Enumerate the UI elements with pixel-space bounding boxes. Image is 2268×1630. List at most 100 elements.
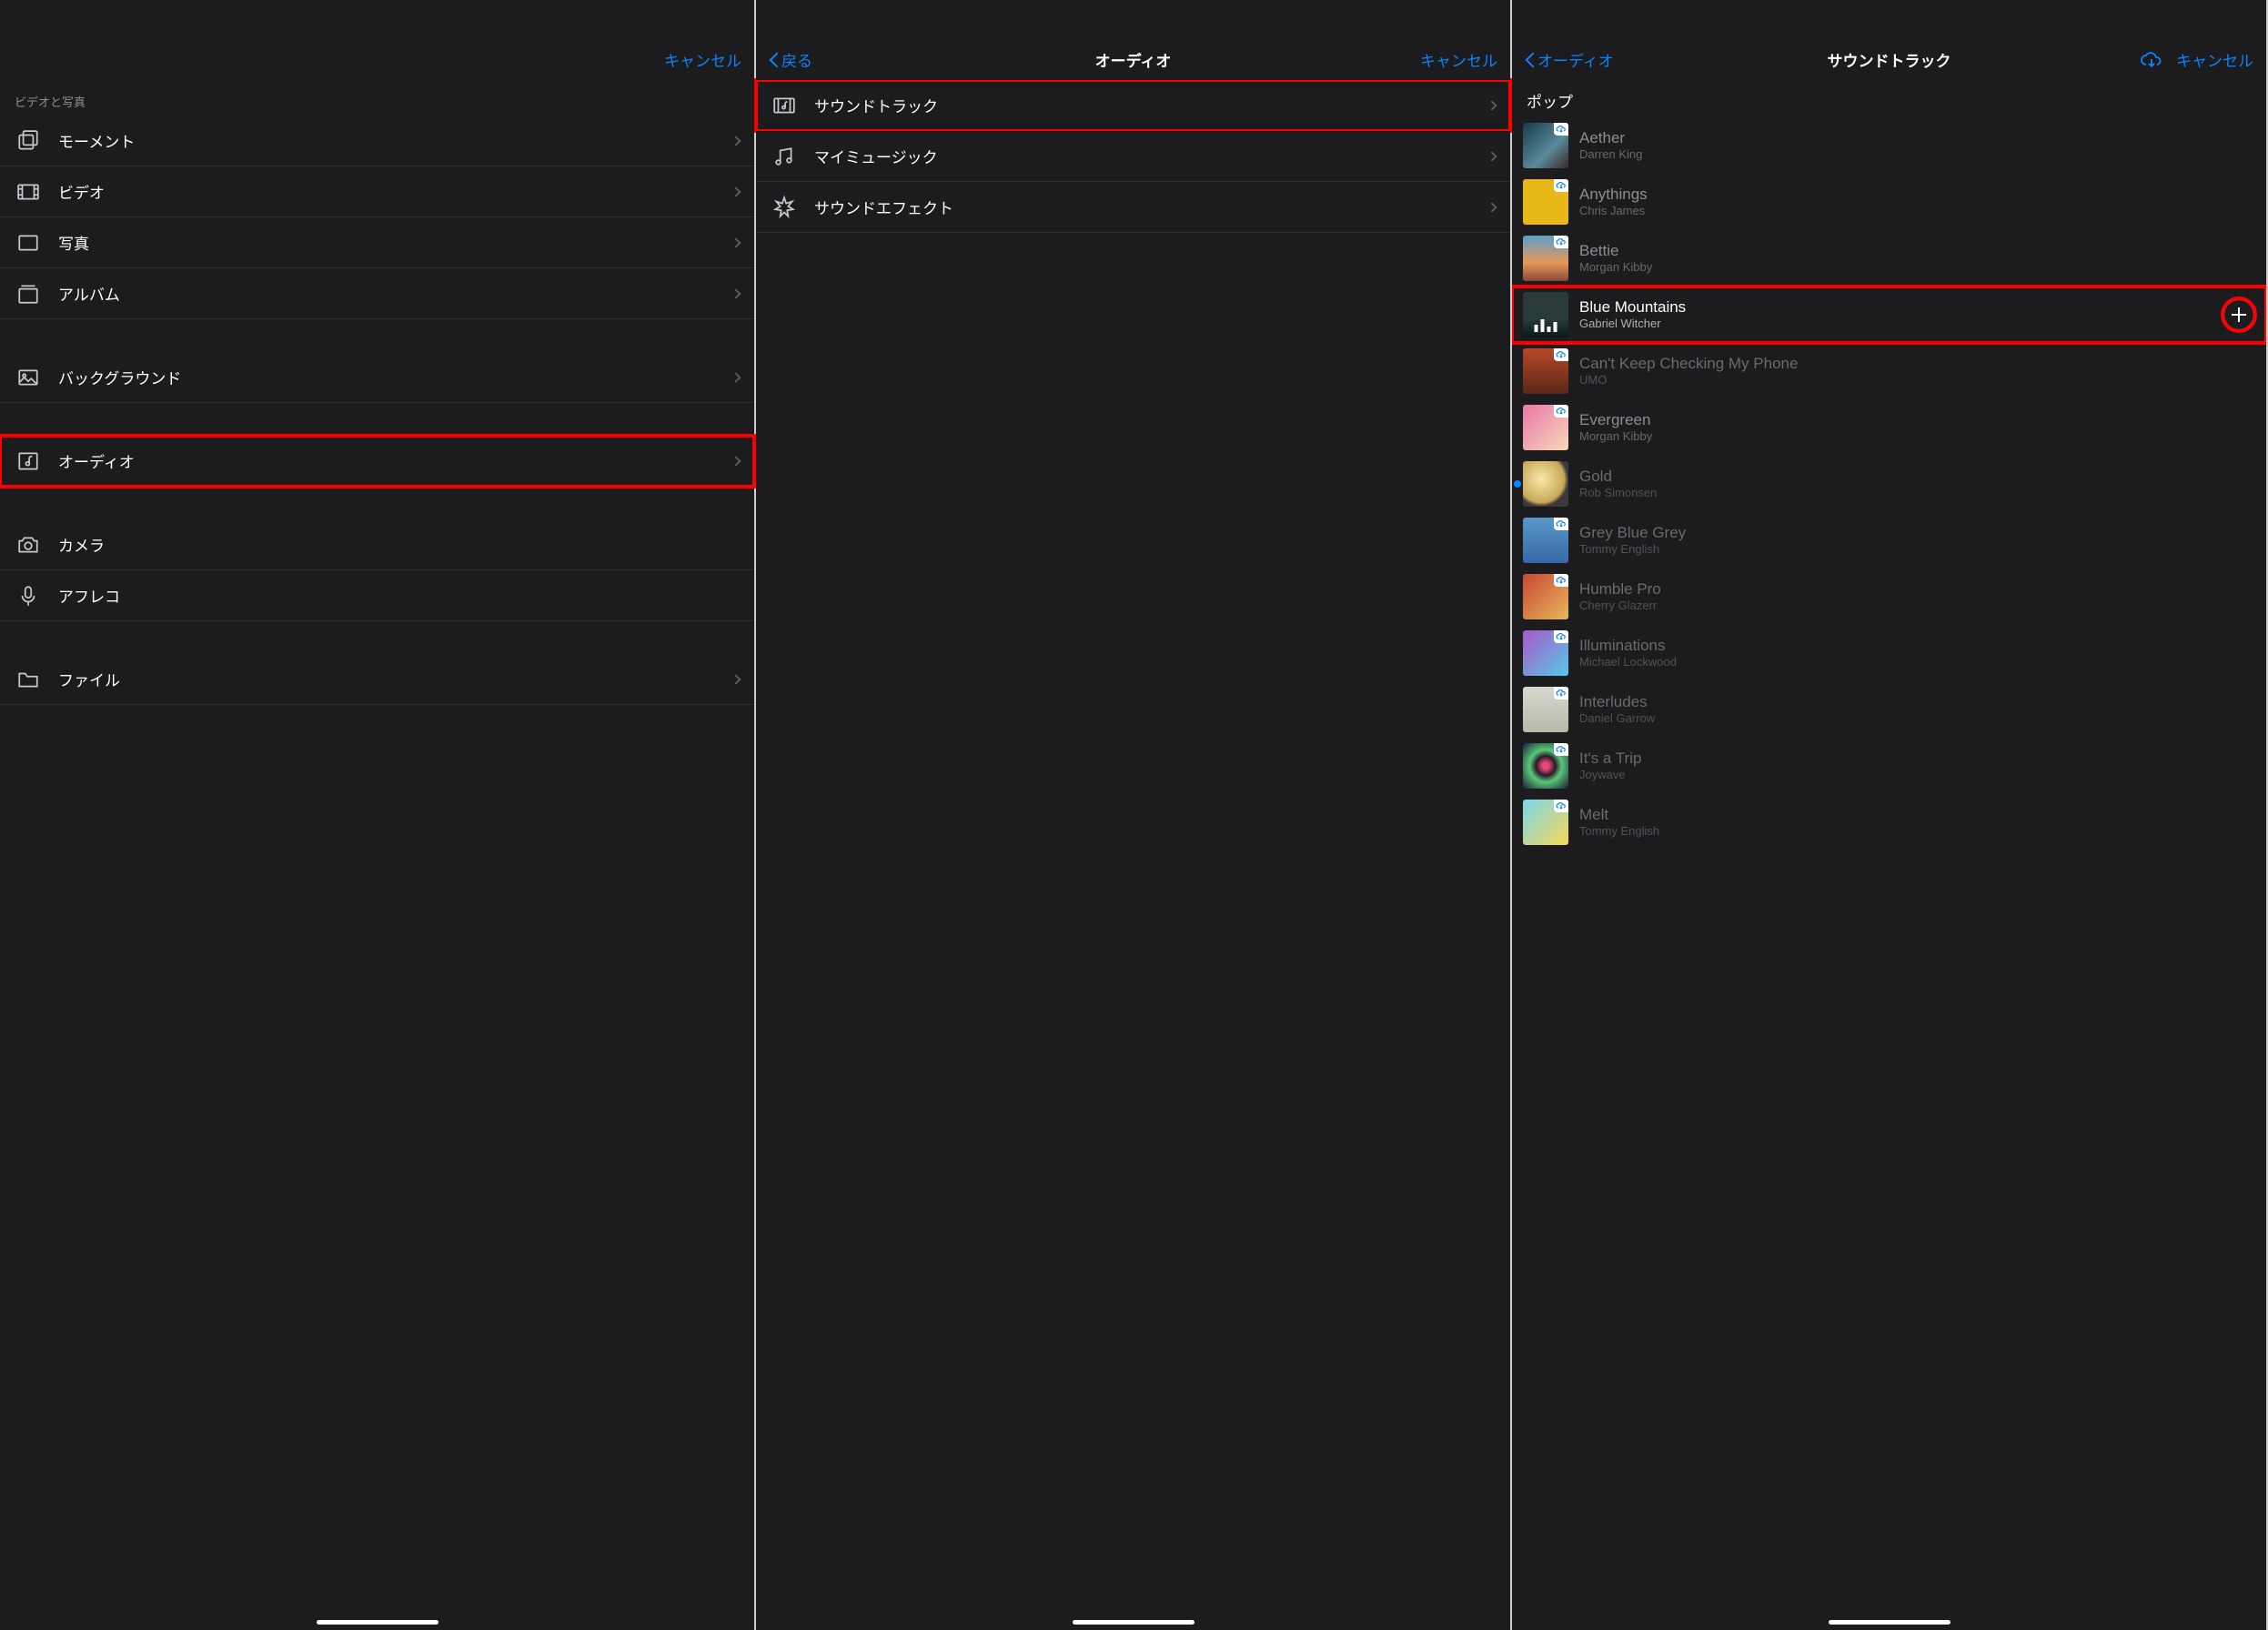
track-artist: Darren King (1579, 147, 2255, 162)
track-title: Bettie (1579, 242, 2255, 260)
row-sound-effect[interactable]: サウンドエフェクト (756, 182, 1510, 233)
track-text: EvergreenMorgan Kibby (1579, 411, 2255, 444)
track-title: Grey Blue Grey (1579, 524, 2255, 542)
album-art (1523, 743, 1568, 789)
track-row[interactable]: AnythingsChris James (1512, 174, 2266, 230)
track-row[interactable]: EvergreenMorgan Kibby (1512, 399, 2266, 456)
track-row[interactable]: GoldRob Simonsen (1512, 456, 2266, 512)
back-label: オーディオ (1537, 48, 1614, 71)
track-row[interactable]: AetherDarren King (1512, 117, 2266, 174)
track-row[interactable]: BettieMorgan Kibby (1512, 230, 2266, 287)
track-row[interactable]: Grey Blue GreyTommy English (1512, 512, 2266, 568)
row-soundtrack[interactable]: サウンドトラック (756, 80, 1510, 131)
track-artist: Daniel Garrow (1579, 711, 2255, 726)
track-title: Evergreen (1579, 411, 2255, 429)
row-video[interactable]: ビデオ (0, 166, 754, 217)
home-indicator (1073, 1620, 1194, 1625)
track-text: Can't Keep Checking My PhoneUMO (1579, 355, 2255, 387)
track-artist: Morgan Kibby (1579, 429, 2255, 444)
cancel-button[interactable]: キャンセル (664, 48, 741, 71)
row-label: ビデオ (58, 180, 732, 203)
track-row[interactable]: Humble ProCherry Glazerr (1512, 568, 2266, 625)
row-photo[interactable]: 写真 (0, 217, 754, 268)
cancel-button[interactable]: キャンセル (2176, 48, 2253, 71)
row-files[interactable]: ファイル (0, 654, 754, 705)
album-art (1523, 461, 1568, 507)
chevron-right-icon (731, 372, 741, 382)
row-mymusic[interactable]: マイミュージック (756, 131, 1510, 182)
track-text: It's a TripJoywave (1579, 750, 2255, 782)
cloud-download-icon (2140, 50, 2163, 70)
track-artist: Rob Simonsen (1579, 486, 2255, 500)
track-text: GoldRob Simonsen (1579, 468, 2255, 500)
track-artist: Tommy English (1579, 824, 2255, 839)
track-row[interactable]: It's a TripJoywave (1512, 738, 2266, 794)
track-row[interactable]: InterludesDaniel Garrow (1512, 681, 2266, 738)
track-row[interactable]: Blue MountainsGabriel Witcher (1512, 287, 2266, 343)
track-text: IlluminationsMichael Lockwood (1579, 637, 2255, 669)
moments-icon (15, 127, 42, 155)
chevron-right-icon (731, 186, 741, 196)
chevron-right-icon (1487, 151, 1497, 161)
folder-icon (15, 666, 42, 693)
track-title: It's a Trip (1579, 750, 2255, 768)
cancel-button[interactable]: キャンセル (1420, 48, 1497, 71)
track-title: Blue Mountains (1579, 298, 2212, 317)
chevron-right-icon (731, 237, 741, 247)
row-label: マイミュージック (814, 145, 1488, 167)
track-row[interactable]: IlluminationsMichael Lockwood (1512, 625, 2266, 681)
row-label: ファイル (58, 668, 732, 690)
navbar-2: 戻る オーディオ キャンセル (756, 0, 1510, 80)
track-text: BettieMorgan Kibby (1579, 242, 2255, 275)
row-camera[interactable]: カメラ (0, 519, 754, 570)
track-title: Illuminations (1579, 637, 2255, 655)
home-indicator (317, 1620, 438, 1625)
background-icon (15, 364, 42, 391)
back-label: 戻る (781, 48, 812, 71)
chevron-right-icon (1487, 100, 1497, 110)
track-artist: Michael Lockwood (1579, 655, 2255, 669)
row-album[interactable]: アルバム (0, 268, 754, 319)
track-text: MeltTommy English (1579, 806, 2255, 839)
album-art (1523, 236, 1568, 281)
add-track-button[interactable] (2223, 298, 2255, 331)
track-text: AetherDarren King (1579, 129, 2255, 162)
cloud-download-icon (1554, 518, 1568, 530)
cloud-download-icon (1554, 574, 1568, 587)
album-art (1523, 630, 1568, 676)
cloud-download-icon (1554, 179, 1568, 192)
row-label: サウンドエフェクト (814, 196, 1488, 218)
back-button[interactable]: オーディオ (1525, 48, 1614, 71)
row-voiceover[interactable]: アフレコ (0, 570, 754, 621)
album-art (1523, 292, 1568, 337)
row-label: 写真 (58, 231, 732, 254)
back-button[interactable]: 戻る (769, 48, 812, 71)
track-title: Can't Keep Checking My Phone (1579, 355, 2255, 373)
download-all-button[interactable] (2140, 50, 2163, 70)
track-artist: Cherry Glazerr (1579, 599, 2255, 613)
track-text: InterludesDaniel Garrow (1579, 693, 2255, 726)
row-label: オーディオ (58, 449, 732, 472)
photo-icon (15, 229, 42, 257)
track-row[interactable]: MeltTommy English (1512, 794, 2266, 850)
row-background[interactable]: バックグラウンド (0, 352, 754, 403)
home-indicator (1829, 1620, 1950, 1625)
panel-media-picker: キャンセル ビデオと写真 モーメント ビデオ 写真 (0, 0, 756, 1630)
track-title: Anythings (1579, 186, 2255, 204)
row-label: バックグラウンド (58, 366, 732, 388)
track-list[interactable]: AetherDarren King AnythingsChris James Bet… (1512, 117, 2266, 1630)
navbar-1: キャンセル (0, 0, 754, 80)
track-title: Gold (1579, 468, 2255, 486)
genre-header: ポップ (1512, 80, 2266, 117)
album-art (1523, 405, 1568, 450)
row-label: カメラ (58, 533, 740, 556)
track-text: Grey Blue GreyTommy English (1579, 524, 2255, 557)
track-text: Humble ProCherry Glazerr (1579, 580, 2255, 613)
row-moments[interactable]: モーメント (0, 116, 754, 166)
track-title: Aether (1579, 129, 2255, 147)
track-artist: Gabriel Witcher (1579, 317, 2212, 331)
cloud-download-icon (1554, 348, 1568, 361)
track-text: AnythingsChris James (1579, 186, 2255, 218)
row-audio[interactable]: オーディオ (0, 436, 754, 487)
track-row[interactable]: Can't Keep Checking My PhoneUMO (1512, 343, 2266, 399)
